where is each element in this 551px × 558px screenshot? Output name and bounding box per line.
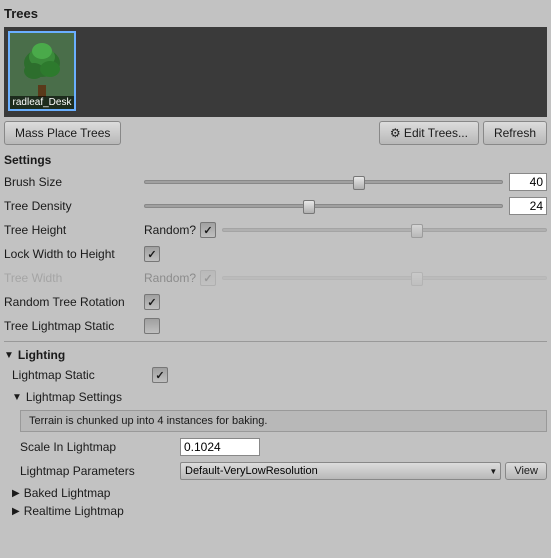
tree-width-random-cb-wrap [200,270,216,286]
lightmap-static-cb-wrap[interactable] [152,367,168,383]
baked-lightmap-header[interactable]: ▶ Baked Lightmap [12,484,547,502]
tree-width-track [222,276,547,280]
tree-height-row: Tree Height Random? [4,219,547,241]
lightmap-settings-arrow: ▼ [12,392,22,403]
settings-header: Settings [4,151,547,171]
tree-lightmap-cb-wrap[interactable] [144,318,160,334]
lightmap-params-row: Lightmap Parameters Default-VeryLowResol… [20,460,547,482]
tree-lightmap-checkbox[interactable] [144,318,160,334]
random-rotation-row: Random Tree Rotation [4,291,547,313]
toolbar-row: Mass Place Trees ⚙ Edit Trees... Refresh [4,121,547,145]
tree-height-thumb [411,224,423,238]
tree-width-random-label: Random? [144,271,196,285]
panel-title: Trees [4,4,547,23]
tree-width-row: Tree Width Random? [4,267,547,289]
tree-density-value[interactable] [509,197,547,215]
edit-trees-button[interactable]: ⚙ Edit Trees... [379,121,479,145]
tree-gallery: radleaf_Desk [4,27,547,117]
lightmap-params-label: Lightmap Parameters [20,464,180,478]
scale-lightmap-value[interactable] [180,438,260,456]
tree-density-thumb[interactable] [303,200,315,214]
lightmap-params-select[interactable]: Default-VeryLowResolution [180,462,501,480]
tree-height-random-checkbox[interactable] [200,222,216,238]
tree-name-label: radleaf_Desk [10,96,74,109]
brush-size-label: Brush Size [4,175,144,189]
lightmap-view-button[interactable]: View [505,462,547,480]
lightmap-static-row: Lightmap Static [12,364,547,386]
lock-width-checkbox[interactable] [144,246,160,262]
lighting-label: Lighting [18,348,65,362]
brush-size-thumb[interactable] [353,176,365,190]
tree-svg-icon [18,43,66,99]
tree-density-slider[interactable] [144,204,503,208]
realtime-lightmap-arrow: ▶ [12,506,20,517]
lighting-arrow: ▼ [4,350,14,361]
tree-lightmap-row: Tree Lightmap Static [4,315,547,337]
tree-height-track [222,228,547,232]
random-rotation-checkbox[interactable] [144,294,160,310]
brush-size-slider[interactable] [144,180,503,184]
lightmap-static-label: Lightmap Static [12,368,152,382]
tree-density-label: Tree Density [4,199,144,213]
tree-height-label: Tree Height [4,223,144,237]
lighting-content: Lightmap Static ▼ Lightmap Settings Terr… [12,364,547,520]
trees-panel: Trees radleaf_Desk Mass Place Trees ⚙ Ed… [0,0,551,524]
tree-height-random-cb-wrap[interactable] [200,222,216,238]
tree-height-random-label: Random? [144,223,196,237]
realtime-lightmap-header[interactable]: ▶ Realtime Lightmap [12,502,547,520]
baked-lightmap-arrow: ▶ [12,488,20,499]
mass-place-button[interactable]: Mass Place Trees [4,121,121,145]
random-rotation-label: Random Tree Rotation [4,295,144,309]
tree-lightmap-label: Tree Lightmap Static [4,319,144,333]
brush-size-row: Brush Size [4,171,547,193]
realtime-lightmap-label: Realtime Lightmap [24,504,124,518]
lightmap-static-checkbox[interactable] [152,367,168,383]
tree-width-thumb [411,272,423,286]
brush-size-track[interactable] [144,180,503,184]
divider-1 [4,341,547,342]
tree-height-slider [222,228,547,232]
lock-width-label: Lock Width to Height [4,247,144,261]
tree-density-track[interactable] [144,204,503,208]
scale-lightmap-label: Scale In Lightmap [20,440,180,454]
lightmap-info-box: Terrain is chunked up into 4 instances f… [20,410,547,432]
baked-lightmap-label: Baked Lightmap [24,486,111,500]
tree-width-slider [222,276,547,280]
lightmap-settings-content: Terrain is chunked up into 4 instances f… [20,410,547,482]
scale-lightmap-row: Scale In Lightmap [20,436,547,458]
lock-width-row: Lock Width to Height [4,243,547,265]
toolbar-right-buttons: ⚙ Edit Trees... Refresh [379,121,547,145]
refresh-button[interactable]: Refresh [483,121,547,145]
random-rotation-cb-wrap[interactable] [144,294,160,310]
lock-width-cb-wrap[interactable] [144,246,160,262]
lightmap-params-select-wrap: Default-VeryLowResolution View [180,462,547,480]
tree-width-label: Tree Width [4,271,144,285]
tree-density-row: Tree Density [4,195,547,217]
lightmap-params-select-wrapper[interactable]: Default-VeryLowResolution [180,462,501,480]
lightmap-settings-label: Lightmap Settings [26,390,122,404]
lightmap-settings-header[interactable]: ▼ Lightmap Settings [12,388,547,406]
lighting-section: ▼ Lighting Lightmap Static ▼ Lightmap Se… [4,346,547,520]
brush-size-value[interactable] [509,173,547,191]
tree-width-random-checkbox [200,270,216,286]
lighting-header[interactable]: ▼ Lighting [4,346,547,364]
settings-block: Settings Brush Size Tree Density Tree H [4,151,547,337]
tree-thumbnail[interactable]: radleaf_Desk [8,31,76,111]
